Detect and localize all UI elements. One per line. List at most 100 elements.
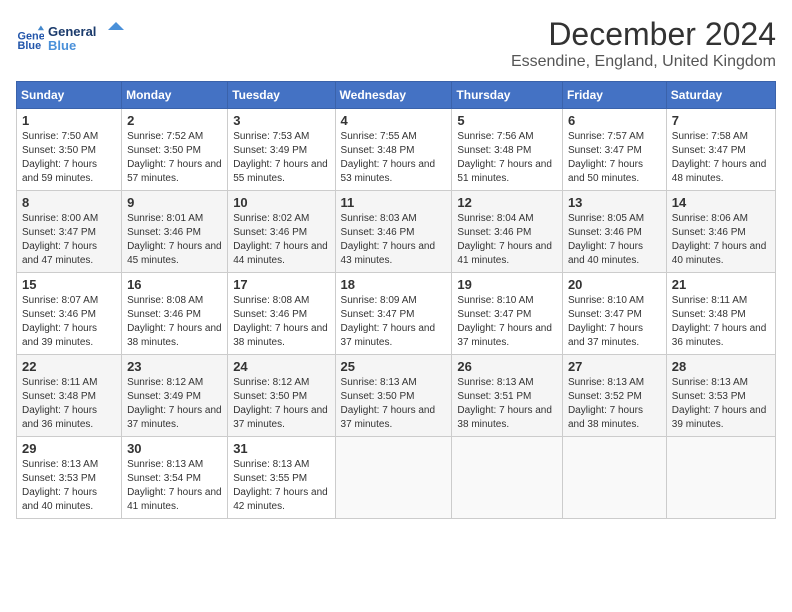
page-title: December 2024: [511, 16, 776, 53]
calendar-day-header: Sunday: [17, 82, 122, 109]
svg-text:Blue: Blue: [48, 38, 76, 53]
day-info: Sunrise: 7:53 AM Sunset: 3:49 PM Dayligh…: [233, 130, 329, 186]
calendar-day-cell: 9 Sunrise: 8:01 AM Sunset: 3:46 PM Dayli…: [122, 191, 228, 273]
calendar-day-cell: [452, 437, 563, 519]
day-number: 25: [341, 359, 447, 374]
svg-text:General: General: [48, 24, 96, 39]
day-number: 30: [127, 441, 222, 456]
logo-text: General Blue: [48, 20, 128, 56]
calendar-day-cell: 2 Sunrise: 7:52 AM Sunset: 3:50 PM Dayli…: [122, 109, 228, 191]
calendar-day-cell: 4 Sunrise: 7:55 AM Sunset: 3:48 PM Dayli…: [335, 109, 452, 191]
day-info: Sunrise: 8:13 AM Sunset: 3:50 PM Dayligh…: [341, 376, 447, 432]
day-number: 6: [568, 113, 661, 128]
day-number: 20: [568, 277, 661, 292]
day-info: Sunrise: 8:13 AM Sunset: 3:51 PM Dayligh…: [457, 376, 557, 432]
day-info: Sunrise: 8:11 AM Sunset: 3:48 PM Dayligh…: [672, 294, 770, 350]
calendar-day-cell: 26 Sunrise: 8:13 AM Sunset: 3:51 PM Dayl…: [452, 355, 563, 437]
day-number: 4: [341, 113, 447, 128]
day-info: Sunrise: 8:11 AM Sunset: 3:48 PM Dayligh…: [22, 376, 116, 432]
day-number: 7: [672, 113, 770, 128]
calendar-day-cell: 14 Sunrise: 8:06 AM Sunset: 3:46 PM Dayl…: [666, 191, 775, 273]
day-number: 12: [457, 195, 557, 210]
calendar-day-cell: 11 Sunrise: 8:03 AM Sunset: 3:46 PM Dayl…: [335, 191, 452, 273]
calendar-table: SundayMondayTuesdayWednesdayThursdayFrid…: [16, 81, 776, 519]
day-number: 27: [568, 359, 661, 374]
day-number: 31: [233, 441, 329, 456]
calendar-header-row: SundayMondayTuesdayWednesdayThursdayFrid…: [17, 82, 776, 109]
day-info: Sunrise: 8:13 AM Sunset: 3:52 PM Dayligh…: [568, 376, 661, 432]
calendar-day-cell: 16 Sunrise: 8:08 AM Sunset: 3:46 PM Dayl…: [122, 273, 228, 355]
day-number: 24: [233, 359, 329, 374]
calendar-day-cell: [335, 437, 452, 519]
calendar-day-cell: 1 Sunrise: 7:50 AM Sunset: 3:50 PM Dayli…: [17, 109, 122, 191]
day-info: Sunrise: 8:06 AM Sunset: 3:46 PM Dayligh…: [672, 212, 770, 268]
calendar-day-cell: 23 Sunrise: 8:12 AM Sunset: 3:49 PM Dayl…: [122, 355, 228, 437]
day-number: 15: [22, 277, 116, 292]
day-number: 3: [233, 113, 329, 128]
day-number: 9: [127, 195, 222, 210]
logo-icon: General Blue: [16, 24, 44, 52]
day-number: 28: [672, 359, 770, 374]
day-info: Sunrise: 8:01 AM Sunset: 3:46 PM Dayligh…: [127, 212, 222, 268]
page-header: General Blue General Blue December 2024 …: [16, 16, 776, 71]
calendar-day-header: Saturday: [666, 82, 775, 109]
day-info: Sunrise: 8:05 AM Sunset: 3:46 PM Dayligh…: [568, 212, 661, 268]
calendar-day-header: Monday: [122, 82, 228, 109]
calendar-day-cell: [562, 437, 666, 519]
day-number: 5: [457, 113, 557, 128]
calendar-day-cell: 18 Sunrise: 8:09 AM Sunset: 3:47 PM Dayl…: [335, 273, 452, 355]
calendar-day-header: Wednesday: [335, 82, 452, 109]
day-info: Sunrise: 8:03 AM Sunset: 3:46 PM Dayligh…: [341, 212, 447, 268]
calendar-day-header: Tuesday: [228, 82, 335, 109]
calendar-day-cell: 19 Sunrise: 8:10 AM Sunset: 3:47 PM Dayl…: [452, 273, 563, 355]
day-number: 22: [22, 359, 116, 374]
day-info: Sunrise: 8:09 AM Sunset: 3:47 PM Dayligh…: [341, 294, 447, 350]
day-info: Sunrise: 7:55 AM Sunset: 3:48 PM Dayligh…: [341, 130, 447, 186]
calendar-day-cell: 29 Sunrise: 8:13 AM Sunset: 3:53 PM Dayl…: [17, 437, 122, 519]
day-number: 2: [127, 113, 222, 128]
calendar-day-cell: 5 Sunrise: 7:56 AM Sunset: 3:48 PM Dayli…: [452, 109, 563, 191]
day-number: 29: [22, 441, 116, 456]
day-number: 23: [127, 359, 222, 374]
logo: General Blue General Blue: [16, 20, 128, 56]
day-info: Sunrise: 8:10 AM Sunset: 3:47 PM Dayligh…: [568, 294, 661, 350]
day-info: Sunrise: 8:08 AM Sunset: 3:46 PM Dayligh…: [233, 294, 329, 350]
day-number: 19: [457, 277, 557, 292]
day-info: Sunrise: 8:13 AM Sunset: 3:54 PM Dayligh…: [127, 458, 222, 514]
day-number: 21: [672, 277, 770, 292]
day-number: 17: [233, 277, 329, 292]
day-info: Sunrise: 7:56 AM Sunset: 3:48 PM Dayligh…: [457, 130, 557, 186]
calendar-day-cell: 31 Sunrise: 8:13 AM Sunset: 3:55 PM Dayl…: [228, 437, 335, 519]
calendar-day-header: Friday: [562, 82, 666, 109]
day-info: Sunrise: 7:52 AM Sunset: 3:50 PM Dayligh…: [127, 130, 222, 186]
calendar-day-cell: 27 Sunrise: 8:13 AM Sunset: 3:52 PM Dayl…: [562, 355, 666, 437]
day-number: 11: [341, 195, 447, 210]
calendar-week-row: 15 Sunrise: 8:07 AM Sunset: 3:46 PM Dayl…: [17, 273, 776, 355]
day-number: 1: [22, 113, 116, 128]
day-number: 18: [341, 277, 447, 292]
calendar-day-cell: 15 Sunrise: 8:07 AM Sunset: 3:46 PM Dayl…: [17, 273, 122, 355]
calendar-day-cell: 22 Sunrise: 8:11 AM Sunset: 3:48 PM Dayl…: [17, 355, 122, 437]
day-info: Sunrise: 8:12 AM Sunset: 3:50 PM Dayligh…: [233, 376, 329, 432]
calendar-day-cell: 25 Sunrise: 8:13 AM Sunset: 3:50 PM Dayl…: [335, 355, 452, 437]
calendar-day-cell: 20 Sunrise: 8:10 AM Sunset: 3:47 PM Dayl…: [562, 273, 666, 355]
calendar-day-cell: 6 Sunrise: 7:57 AM Sunset: 3:47 PM Dayli…: [562, 109, 666, 191]
day-number: 13: [568, 195, 661, 210]
calendar-day-cell: 13 Sunrise: 8:05 AM Sunset: 3:46 PM Dayl…: [562, 191, 666, 273]
day-info: Sunrise: 8:13 AM Sunset: 3:55 PM Dayligh…: [233, 458, 329, 514]
calendar-day-cell: 21 Sunrise: 8:11 AM Sunset: 3:48 PM Dayl…: [666, 273, 775, 355]
calendar-week-row: 29 Sunrise: 8:13 AM Sunset: 3:53 PM Dayl…: [17, 437, 776, 519]
day-info: Sunrise: 8:10 AM Sunset: 3:47 PM Dayligh…: [457, 294, 557, 350]
day-number: 16: [127, 277, 222, 292]
calendar-week-row: 1 Sunrise: 7:50 AM Sunset: 3:50 PM Dayli…: [17, 109, 776, 191]
day-info: Sunrise: 8:04 AM Sunset: 3:46 PM Dayligh…: [457, 212, 557, 268]
calendar-day-cell: 30 Sunrise: 8:13 AM Sunset: 3:54 PM Dayl…: [122, 437, 228, 519]
calendar-day-cell: 7 Sunrise: 7:58 AM Sunset: 3:47 PM Dayli…: [666, 109, 775, 191]
calendar-day-cell: 12 Sunrise: 8:04 AM Sunset: 3:46 PM Dayl…: [452, 191, 563, 273]
calendar-week-row: 8 Sunrise: 8:00 AM Sunset: 3:47 PM Dayli…: [17, 191, 776, 273]
day-info: Sunrise: 8:12 AM Sunset: 3:49 PM Dayligh…: [127, 376, 222, 432]
day-info: Sunrise: 8:08 AM Sunset: 3:46 PM Dayligh…: [127, 294, 222, 350]
day-info: Sunrise: 7:50 AM Sunset: 3:50 PM Dayligh…: [22, 130, 116, 186]
calendar-day-cell: 3 Sunrise: 7:53 AM Sunset: 3:49 PM Dayli…: [228, 109, 335, 191]
calendar-day-cell: 10 Sunrise: 8:02 AM Sunset: 3:46 PM Dayl…: [228, 191, 335, 273]
